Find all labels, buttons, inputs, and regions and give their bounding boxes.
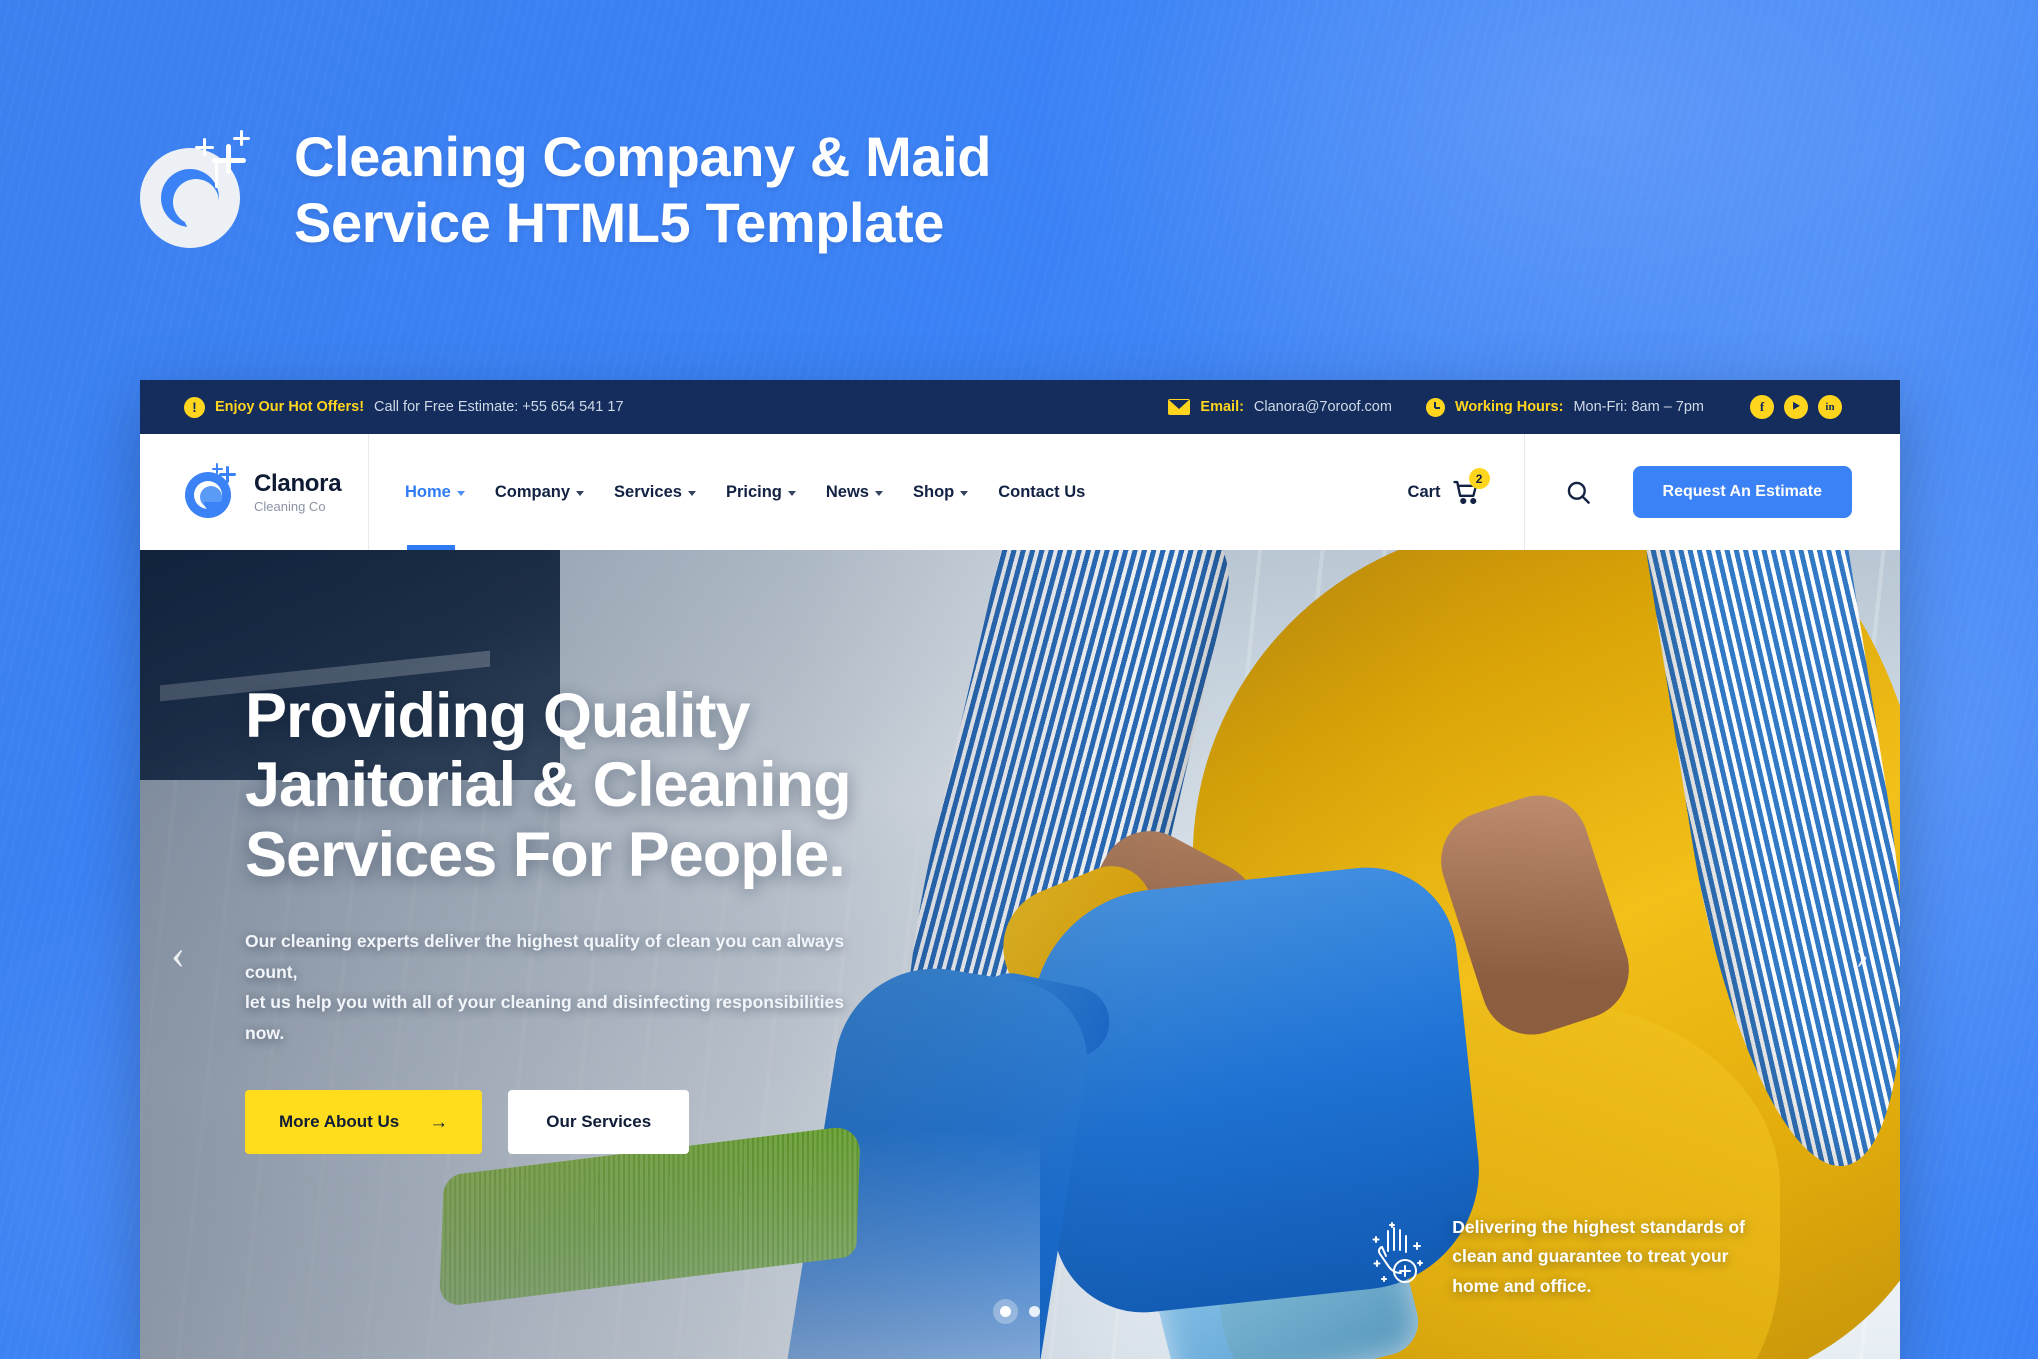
- email-info[interactable]: Email: Clanora@7oroof.com: [1168, 399, 1392, 415]
- nav-item-label: Services: [614, 482, 682, 501]
- chevron-down-icon: [960, 491, 969, 496]
- hero-note-line2: clean and guarantee to treat your: [1452, 1246, 1729, 1267]
- slider-pagination: [1000, 1306, 1040, 1317]
- twitter-icon[interactable]: ⯈: [1784, 395, 1808, 419]
- hero-subtitle: Our cleaning experts deliver the highest…: [245, 926, 885, 1049]
- nav-item-label: Company: [494, 482, 571, 501]
- email-label: Email:: [1200, 399, 1244, 415]
- more-about-us-button[interactable]: More About Us →: [245, 1090, 483, 1155]
- hero-subtitle-line1: Our cleaning experts deliver the highest…: [245, 930, 845, 982]
- nav-item-services[interactable]: Services: [614, 434, 696, 550]
- offer-phone-text: Call for Free Estimate: +55 654 541 17: [374, 399, 624, 415]
- social-links: f ⯈ in: [1750, 395, 1842, 419]
- clock-icon: [1425, 397, 1445, 417]
- nav-item-label: Pricing: [725, 482, 782, 501]
- hero-subtitle-line2: let us help you with all of your cleanin…: [245, 992, 844, 1043]
- nav-item-label: News: [825, 482, 869, 501]
- hero-title-line1: Providing Quality: [245, 681, 751, 751]
- nav-item-shop[interactable]: Shop: [912, 434, 969, 550]
- search-icon[interactable]: [1525, 434, 1633, 550]
- chevron-left-icon[interactable]: ‹: [150, 927, 206, 983]
- slider-dot-1[interactable]: [1000, 1306, 1011, 1317]
- hero-title: Providing Quality Janitorial & Cleaning …: [245, 681, 1005, 890]
- nav-actions: Cart 2 Request An Estimate: [1408, 434, 1900, 550]
- envelope-icon: [1168, 399, 1191, 415]
- nav-menu: Home Company Services Pricing News Shop: [369, 434, 1085, 550]
- nav-item-label: Shop: [912, 482, 955, 501]
- hours-value: Mon-Fri: 8am – 7pm: [1573, 399, 1704, 415]
- facebook-icon[interactable]: f: [1750, 395, 1774, 419]
- hero-buttons: More About Us → Our Services: [245, 1090, 1005, 1155]
- offer-headline: Enjoy Our Hot Offers!: [215, 399, 365, 415]
- cart-count-badge: 2: [1468, 468, 1490, 489]
- hero-note-line3: home and office.: [1452, 1275, 1592, 1296]
- nav-item-news[interactable]: News: [826, 434, 883, 550]
- working-hours-info: Working Hours: Mon-Fri: 8am – 7pm: [1425, 397, 1704, 417]
- brand-name: Clanora: [254, 469, 342, 497]
- our-services-button[interactable]: Our Services: [508, 1090, 690, 1155]
- nav-item-pricing[interactable]: Pricing: [726, 434, 796, 550]
- clanora-swirl-logo-icon: [140, 130, 258, 252]
- hero-slider: ‹ › Providing Quality Janitorial & Clean…: [140, 550, 1900, 1359]
- hot-offers-notice: ! Enjoy Our Hot Offers! Call for Free Es…: [184, 396, 624, 418]
- sparkling-hand-sanitize-icon: [1362, 1217, 1428, 1289]
- nav-item-company[interactable]: Company: [494, 434, 585, 550]
- more-about-us-label: More About Us: [279, 1112, 400, 1132]
- promo-title: Cleaning Company & Maid Service HTML5 Te…: [294, 124, 991, 256]
- hero-guarantee-note: Delivering the highest standards of clea…: [1362, 1213, 1745, 1301]
- nav-item-home[interactable]: Home: [405, 434, 465, 550]
- promo-title-line1: Cleaning Company & Maid: [294, 124, 992, 188]
- arrow-right-icon: →: [429, 1111, 449, 1133]
- chevron-down-icon: [787, 491, 796, 496]
- promo-title-line2: Service HTML5 Template: [294, 191, 944, 254]
- brand-logo[interactable]: Clanora Cleaning Co: [140, 434, 369, 550]
- linkedin-icon[interactable]: in: [1818, 395, 1842, 419]
- email-value: Clanora@7oroof.com: [1253, 399, 1392, 415]
- hero-note-text: Delivering the highest standards of clea…: [1452, 1213, 1745, 1301]
- shopping-cart-icon: 2: [1452, 468, 1490, 507]
- clanora-swirl-logo-icon: [185, 463, 241, 520]
- nav-item-contact-us[interactable]: Contact Us: [998, 434, 1085, 550]
- hero-title-line2: Janitorial & Cleaning: [245, 750, 852, 821]
- hero-title-line3: Services For People.: [245, 819, 846, 890]
- main-navigation: Clanora Cleaning Co Home Company Service…: [140, 434, 1900, 550]
- chevron-down-icon: [874, 491, 883, 496]
- nav-item-label: Contact Us: [998, 482, 1086, 501]
- hours-label: Working Hours:: [1454, 399, 1564, 415]
- chevron-right-icon[interactable]: ›: [1834, 927, 1890, 983]
- chevron-down-icon: [576, 491, 585, 496]
- hero-note-line1: Delivering the highest standards of: [1452, 1216, 1745, 1237]
- slider-dot-2[interactable]: [1029, 1306, 1040, 1317]
- request-estimate-button[interactable]: Request An Estimate: [1632, 466, 1852, 518]
- brand-tagline: Cleaning Co: [254, 498, 326, 514]
- exclamation-badge-icon: !: [184, 396, 205, 418]
- promo-banner: Cleaning Company & Maid Service HTML5 Te…: [0, 0, 2038, 380]
- hero-content: Providing Quality Janitorial & Cleaning …: [245, 681, 1005, 1155]
- cart-button[interactable]: Cart 2: [1408, 434, 1525, 550]
- website-preview: ! Enjoy Our Hot Offers! Call for Free Es…: [140, 380, 1900, 1359]
- top-info-bar: ! Enjoy Our Hot Offers! Call for Free Es…: [140, 380, 1900, 434]
- chevron-down-icon: [687, 491, 696, 496]
- nav-item-label: Home: [405, 482, 451, 501]
- chevron-down-icon: [456, 491, 465, 496]
- cart-label: Cart: [1407, 482, 1441, 501]
